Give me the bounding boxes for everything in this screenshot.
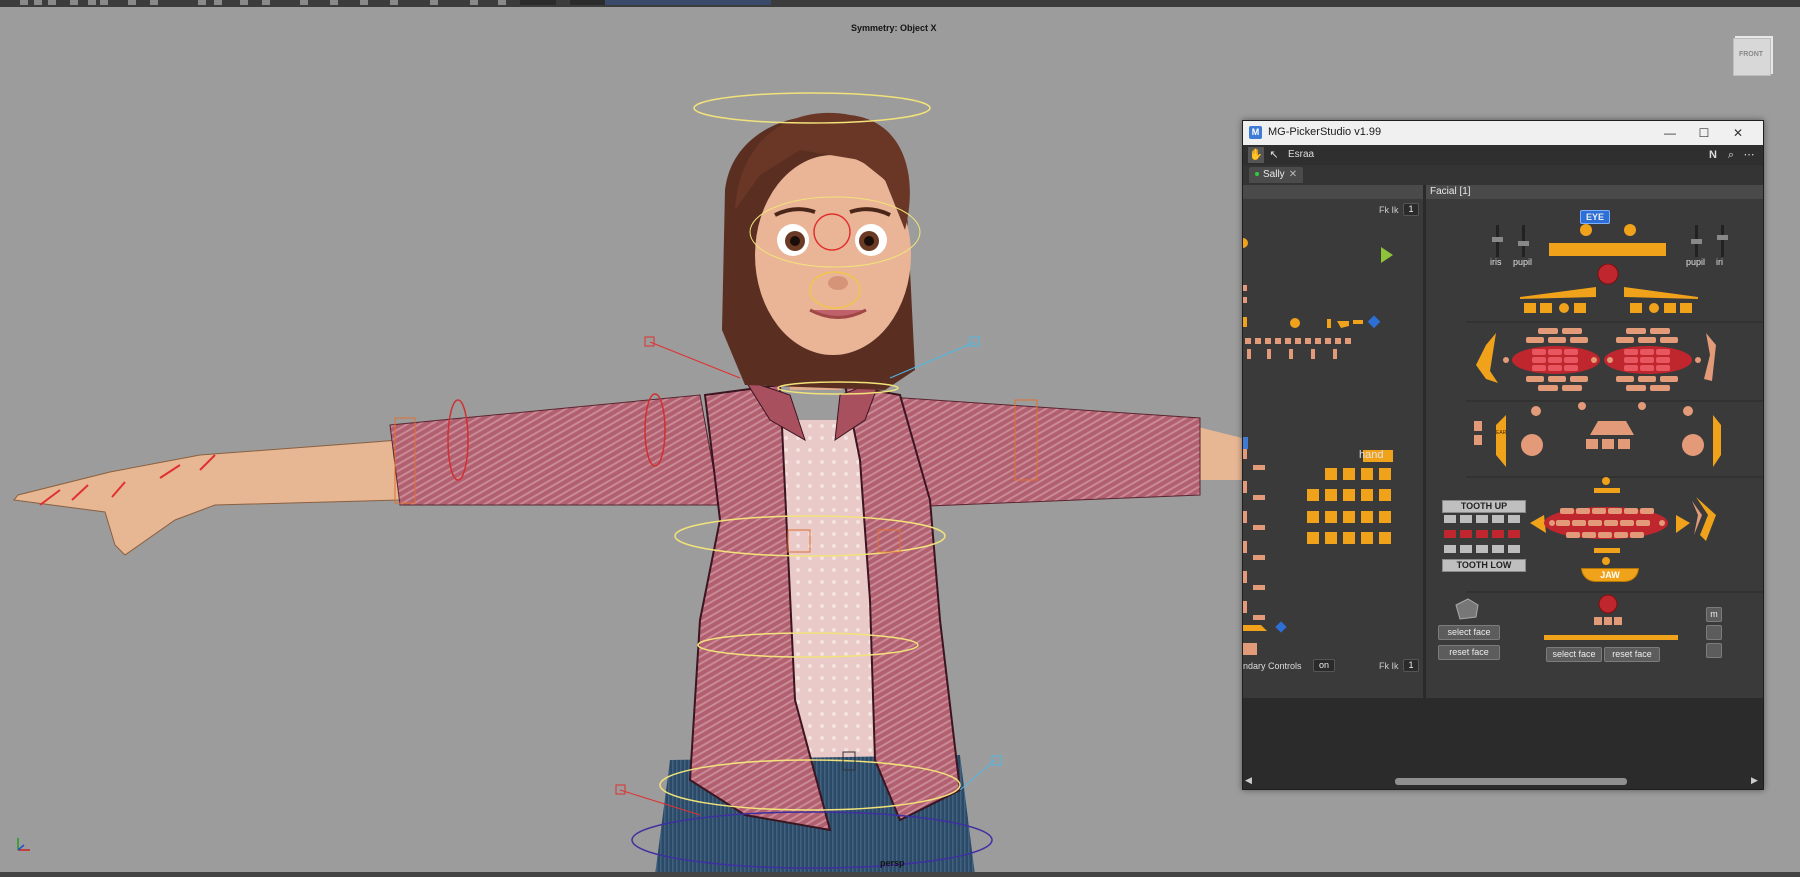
edge-button[interactable]	[1706, 643, 1722, 658]
select-face-button-left[interactable]: select face	[1438, 625, 1500, 640]
value-field[interactable]	[570, 0, 606, 5]
viewcube[interactable]: FRONT	[1733, 34, 1773, 76]
minimize-button[interactable]: —	[1653, 123, 1687, 143]
tool-icon[interactable]	[34, 0, 42, 5]
tool-icon[interactable]	[128, 0, 136, 5]
picker-titlebar[interactable]: M MG-PickerStudio v1.99 — ☐ ✕	[1243, 121, 1763, 145]
tab-close-icon[interactable]: ✕	[1289, 169, 1297, 180]
fk-ik-label-bottom: Fk Ik	[1379, 661, 1399, 671]
symmetry-label: Symmetry: Object X	[851, 23, 937, 33]
tool-icon[interactable]	[300, 0, 308, 5]
axis-gizmo-icon	[17, 838, 30, 851]
scrollbar-thumb[interactable]	[1395, 778, 1627, 785]
body-control	[1243, 238, 1248, 248]
iris-label-left: iris	[1490, 257, 1502, 267]
tab-bar: Sally ✕	[1243, 165, 1763, 226]
tooth-up-button[interactable]: TOOTH UP	[1442, 500, 1526, 513]
tool-icon[interactable]	[88, 0, 96, 5]
tool-icon[interactable]	[330, 0, 338, 5]
maya-shelf-toolbar	[0, 0, 1800, 7]
edge-button[interactable]	[1706, 625, 1722, 640]
fk-ik-value-bottom[interactable]: 1	[1403, 659, 1419, 672]
facial-picker-panel[interactable]: Facial [1] EYE iris pupil pupil iri EAR …	[1426, 185, 1763, 698]
tab-label: Sally	[1263, 169, 1285, 180]
character-model[interactable]	[0, 70, 1250, 875]
status-dot-icon	[1255, 172, 1259, 177]
viewcube-label: FRONT	[1738, 51, 1764, 58]
ik-switch-arrow-icon	[1381, 247, 1393, 263]
search-icon[interactable]: ⌕	[1723, 147, 1739, 163]
tooth-low-button[interactable]: TOOTH LOW	[1442, 559, 1526, 572]
value-field[interactable]	[520, 0, 556, 5]
pupil-label-left: pupil	[1513, 257, 1533, 267]
tool-icon[interactable]	[470, 0, 478, 5]
window-title: MG-PickerStudio v1.99	[1268, 126, 1382, 138]
scroll-right-icon[interactable]: ▶	[1751, 775, 1758, 786]
close-button[interactable]: ✕	[1721, 123, 1755, 143]
picker-window[interactable]: M MG-PickerStudio v1.99 — ☐ ✕ ✋ ↖ Esraa …	[1242, 120, 1764, 790]
maximize-button[interactable]: ☐	[1687, 123, 1721, 143]
edge-button-m[interactable]: m	[1706, 607, 1722, 622]
tool-icon[interactable]	[240, 0, 248, 5]
eye-button[interactable]: EYE	[1580, 210, 1610, 224]
camera-label: persp	[880, 858, 905, 868]
hand-icon[interactable]: ✋	[1248, 147, 1264, 163]
color-space-dropdown[interactable]	[605, 0, 771, 5]
scroll-left-icon[interactable]: ◀	[1245, 775, 1252, 786]
tool-icon[interactable]	[262, 0, 270, 5]
more-icon[interactable]: ⋯	[1741, 147, 1757, 163]
select-face-button-right[interactable]: select face	[1546, 647, 1602, 662]
boundary-controls-toggle[interactable]: on	[1313, 659, 1335, 672]
tool-icon[interactable]	[48, 0, 56, 5]
app-icon: M	[1249, 126, 1262, 139]
reset-face-button-left[interactable]: reset face	[1438, 645, 1500, 660]
tool-icon[interactable]	[430, 0, 438, 5]
bottom-status-strip	[0, 872, 1800, 877]
tool-icon[interactable]	[70, 0, 78, 5]
n-icon[interactable]: N	[1705, 147, 1721, 163]
cursor-icon[interactable]: ↖	[1266, 147, 1282, 163]
jaw-button[interactable]: JAW	[1581, 568, 1639, 582]
tool-icon[interactable]	[198, 0, 206, 5]
body-controls-canvas[interactable]	[1243, 185, 1423, 698]
horizontal-scrollbar[interactable]: ◀ ▶	[1243, 774, 1763, 788]
tool-icon[interactable]	[150, 0, 158, 5]
ear-label-left: EAR	[1496, 430, 1507, 436]
tab-sally[interactable]: Sally ✕	[1249, 167, 1304, 183]
iris-label-right: iri	[1716, 257, 1723, 267]
tool-icon[interactable]	[214, 0, 222, 5]
user-name: Esraa	[1288, 149, 1315, 160]
reset-face-button-right[interactable]: reset face	[1604, 647, 1660, 662]
hand-label: hand	[1359, 449, 1384, 461]
tool-icon[interactable]	[390, 0, 398, 5]
body-picker-panel[interactable]: Fk Ik 1 hand ndary Controls on Fk Ik 1	[1243, 185, 1426, 698]
tool-icon[interactable]	[20, 0, 28, 5]
tool-icon[interactable]	[100, 0, 108, 5]
boundary-controls-label: ndary Controls	[1243, 661, 1302, 671]
pupil-label-right: pupil	[1686, 257, 1706, 267]
tool-icon[interactable]	[498, 0, 506, 5]
tool-icon[interactable]	[360, 0, 368, 5]
picker-toolbar: ✋ ↖ Esraa N ⌕ ⋯	[1243, 145, 1763, 165]
